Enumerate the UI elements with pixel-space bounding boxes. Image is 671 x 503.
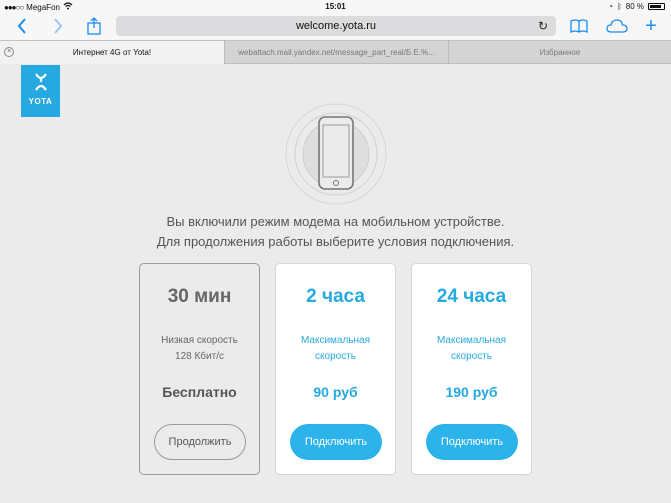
tab-favorites[interactable]: Избранное (448, 41, 671, 64)
continue-button[interactable]: Продолжить (154, 424, 246, 460)
connect-button-24h[interactable]: Подключить (426, 424, 518, 460)
reload-icon[interactable]: ↻ (538, 19, 548, 33)
plan-title: 2 часа (306, 286, 365, 307)
tab-yota[interactable]: × Интернет 4G от Yota! (0, 41, 224, 64)
close-tab-icon[interactable]: × (4, 47, 14, 57)
battery-icon (648, 3, 665, 10)
plan-description: Максимальная скорость (282, 333, 389, 365)
address-bar[interactable]: welcome.yota.ru ↻ (116, 16, 556, 36)
back-icon[interactable] (12, 16, 32, 36)
plan-description-line: 128 Кбит/с (175, 351, 224, 362)
plan-card-30min: 30 мин Низкая скорость 128 Кбит/с Беспла… (139, 263, 260, 475)
clock: 15:01 (325, 2, 346, 11)
forward-icon[interactable] (48, 16, 68, 36)
headline-line-1: Вы включили режим модема на мобильном ус… (166, 214, 505, 229)
logo-text: YOTA (28, 97, 53, 106)
modem-phone-icon (285, 103, 387, 205)
yota-logo-icon (21, 73, 60, 94)
plan-description-line: скорость (315, 351, 356, 362)
headline: Вы включили режим модема на мобильном ус… (0, 212, 671, 252)
browser-toolbar: welcome.yota.ru ↻ + (0, 13, 671, 40)
plan-price: 190 руб (445, 384, 498, 400)
plan-description-line: Максимальная (300, 335, 371, 346)
headline-line-2: Для продолжения работы выберите условия … (156, 234, 515, 249)
plan-description-line: Максимальная (436, 335, 507, 346)
plan-description-line: Низкая скорость (161, 335, 238, 346)
plan-description-line: скорость (451, 351, 492, 362)
plan-title: 30 мин (167, 286, 232, 307)
tab-mail-attachment[interactable]: webattach.mail.yandex.net/message_part_r… (224, 41, 448, 64)
tab-label: Интернет 4G от Yota! (72, 48, 152, 57)
yota-logo[interactable]: YOTA (21, 65, 60, 117)
bookmarks-icon[interactable] (568, 16, 590, 36)
new-tab-icon[interactable]: + (640, 15, 662, 37)
plan-description: Низкая скорость 128 Кбит/с (146, 333, 253, 365)
connect-button-2h[interactable]: Подключить (290, 424, 382, 460)
lock-rotation-icon: ◔ (608, 2, 613, 11)
plan-title: 24 часа (436, 286, 507, 307)
status-bar: ●●●○○ MegaFon 15:01 ◔ ᛒ 80 % (0, 0, 671, 13)
plan-price: 90 руб (313, 384, 358, 400)
icloud-icon[interactable] (604, 16, 630, 36)
plan-description: Максимальная скорость (418, 333, 525, 365)
plan-card-2h: 2 часа Максимальная скорость 90 руб Подк… (275, 263, 396, 475)
tab-label: webattach.mail.yandex.net/message_part_r… (238, 48, 435, 57)
bluetooth-icon: ᛒ (616, 2, 622, 11)
tab-bar: × Интернет 4G от Yota! webattach.mail.ya… (0, 40, 671, 64)
url-text: welcome.yota.ru (295, 20, 377, 32)
plan-card-24h: 24 часа Максимальная скорость 190 руб По… (411, 263, 532, 475)
battery-percent: 80 % (625, 2, 644, 11)
plan-price: Бесплатно (162, 384, 237, 400)
share-icon[interactable] (84, 16, 104, 36)
tab-label: Избранное (539, 48, 581, 57)
